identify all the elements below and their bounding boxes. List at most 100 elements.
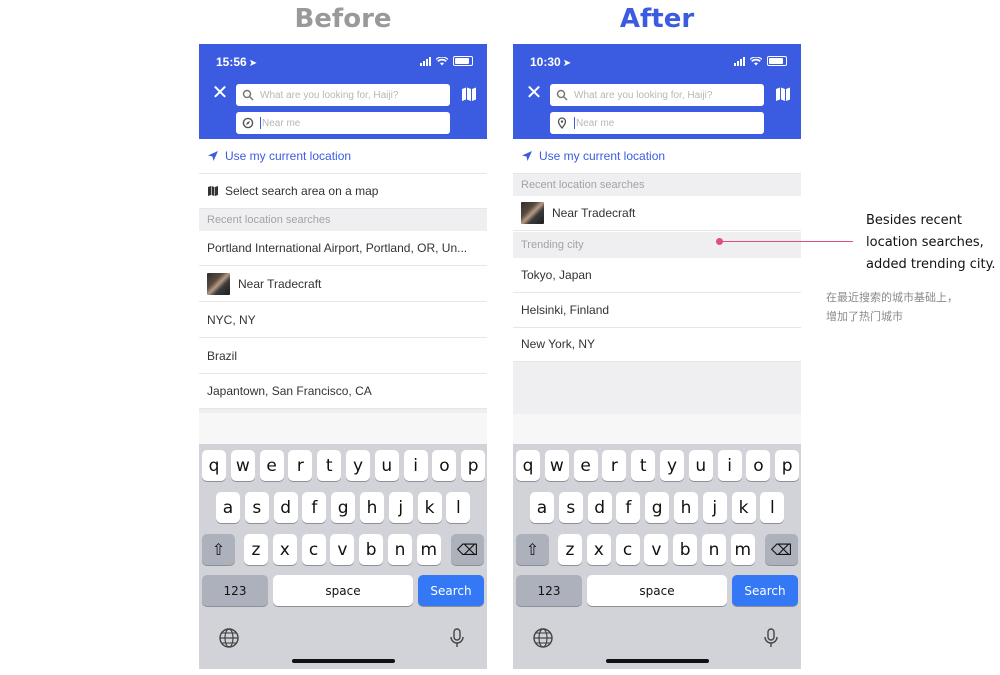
key-q[interactable]: q bbox=[516, 450, 540, 481]
microphone-icon[interactable] bbox=[446, 627, 468, 649]
select-area-on-map[interactable]: Select search area on a map bbox=[199, 174, 487, 209]
shift-key[interactable]: ⇧ bbox=[516, 534, 549, 565]
list-item[interactable]: NYC, NY bbox=[199, 303, 487, 338]
wifi-icon bbox=[436, 56, 448, 65]
search-input[interactable]: What are you looking for, Haiji? bbox=[550, 84, 764, 106]
list-item[interactable]: Portland International Airport, Portland… bbox=[199, 231, 487, 266]
globe-icon[interactable] bbox=[532, 627, 554, 649]
key-e[interactable]: e bbox=[259, 450, 284, 481]
list-item[interactable]: Japantown, San Francisco, CA bbox=[199, 374, 487, 409]
key-z[interactable]: z bbox=[244, 534, 268, 565]
search-key[interactable]: Search bbox=[732, 575, 798, 606]
list-item[interactable]: New York, NY bbox=[513, 327, 801, 362]
key-s[interactable]: s bbox=[244, 492, 269, 523]
key-g[interactable]: g bbox=[331, 492, 356, 523]
callout-english: Besides recent location searches, added … bbox=[866, 210, 1000, 276]
key-a[interactable]: a bbox=[530, 492, 554, 523]
key-p[interactable]: p bbox=[775, 450, 800, 481]
list-item[interactable]: Brazil bbox=[199, 339, 487, 374]
key-f[interactable]: f bbox=[302, 492, 327, 523]
key-v[interactable]: v bbox=[330, 534, 355, 565]
key-w[interactable]: w bbox=[544, 450, 569, 481]
location-placeholder: Near me bbox=[262, 117, 301, 129]
list-item[interactable]: Near Tradecraft bbox=[513, 196, 801, 231]
key-d[interactable]: d bbox=[273, 492, 298, 523]
key-b[interactable]: b bbox=[359, 534, 384, 565]
key-r[interactable]: r bbox=[288, 450, 313, 481]
key-h[interactable]: h bbox=[674, 492, 698, 523]
key-i[interactable]: i bbox=[403, 450, 428, 481]
key-x[interactable]: x bbox=[586, 534, 611, 565]
list-item[interactable]: Near Tradecraft bbox=[199, 267, 487, 302]
delete-key[interactable]: ⌫ bbox=[765, 534, 798, 565]
key-b[interactable]: b bbox=[673, 534, 698, 565]
numbers-key[interactable]: 123 bbox=[516, 575, 582, 606]
key-m[interactable]: m bbox=[730, 534, 755, 565]
callout-line-text: added trending city. bbox=[866, 257, 996, 272]
key-g[interactable]: g bbox=[645, 492, 670, 523]
key-t[interactable]: t bbox=[631, 450, 656, 481]
key-y[interactable]: y bbox=[660, 450, 684, 481]
location-input[interactable]: Near me bbox=[236, 112, 450, 134]
map-icon[interactable] bbox=[775, 86, 791, 102]
key-n[interactable]: n bbox=[388, 534, 412, 565]
key-u[interactable]: u bbox=[374, 450, 399, 481]
microphone-icon[interactable] bbox=[760, 627, 782, 649]
space-key[interactable]: space bbox=[587, 575, 727, 606]
search-input[interactable]: What are you looking for, Haiji? bbox=[236, 84, 450, 106]
key-l[interactable]: l bbox=[446, 492, 471, 523]
place-thumbnail bbox=[521, 202, 544, 224]
location-placeholder: Near me bbox=[576, 117, 615, 129]
key-j[interactable]: j bbox=[702, 492, 727, 523]
key-x[interactable]: x bbox=[272, 534, 297, 565]
key-c[interactable]: c bbox=[615, 534, 640, 565]
search-key[interactable]: Search bbox=[418, 575, 484, 606]
key-r[interactable]: r bbox=[602, 450, 627, 481]
map-icon[interactable] bbox=[461, 86, 477, 102]
key-q[interactable]: q bbox=[202, 450, 226, 481]
key-o[interactable]: o bbox=[432, 450, 457, 481]
list-item[interactable]: Tokyo, Japan bbox=[513, 258, 801, 293]
recent-searches-header: Recent location searches bbox=[513, 174, 801, 196]
key-h[interactable]: h bbox=[360, 492, 384, 523]
key-z[interactable]: z bbox=[558, 534, 582, 565]
key-e[interactable]: e bbox=[573, 450, 598, 481]
key-t[interactable]: t bbox=[317, 450, 342, 481]
status-icons bbox=[734, 56, 787, 66]
space-key[interactable]: space bbox=[273, 575, 413, 606]
numbers-key[interactable]: 123 bbox=[202, 575, 268, 606]
key-y[interactable]: y bbox=[346, 450, 370, 481]
compass-icon bbox=[242, 117, 254, 129]
close-icon[interactable]: ✕ bbox=[525, 83, 543, 103]
map-pin-icon bbox=[557, 117, 567, 129]
key-s[interactable]: s bbox=[558, 492, 583, 523]
globe-icon[interactable] bbox=[218, 627, 240, 649]
location-input[interactable]: Near me bbox=[550, 112, 764, 134]
key-u[interactable]: u bbox=[688, 450, 713, 481]
key-i[interactable]: i bbox=[717, 450, 742, 481]
key-v[interactable]: v bbox=[644, 534, 669, 565]
key-l[interactable]: l bbox=[760, 492, 785, 523]
key-w[interactable]: w bbox=[230, 450, 255, 481]
key-c[interactable]: c bbox=[301, 534, 326, 565]
list-item[interactable]: Helsinki, Finland bbox=[513, 293, 801, 328]
key-f[interactable]: f bbox=[616, 492, 641, 523]
key-p[interactable]: p bbox=[461, 450, 486, 481]
key-k[interactable]: k bbox=[731, 492, 756, 523]
key-n[interactable]: n bbox=[702, 534, 726, 565]
close-icon[interactable]: ✕ bbox=[211, 83, 229, 103]
key-d[interactable]: d bbox=[587, 492, 612, 523]
delete-key[interactable]: ⌫ bbox=[451, 534, 484, 565]
text-cursor bbox=[574, 117, 575, 129]
battery-icon bbox=[767, 56, 787, 66]
callout-chinese: 在最近搜索的城市基础上， 增加了热门城市 bbox=[826, 288, 996, 326]
key-m[interactable]: m bbox=[416, 534, 441, 565]
shift-key[interactable]: ⇧ bbox=[202, 534, 235, 565]
use-current-location[interactable]: Use my current location bbox=[199, 139, 487, 174]
use-current-location[interactable]: Use my current location bbox=[513, 139, 801, 174]
key-o[interactable]: o bbox=[746, 450, 771, 481]
key-j[interactable]: j bbox=[388, 492, 413, 523]
key-k[interactable]: k bbox=[417, 492, 442, 523]
key-a[interactable]: a bbox=[216, 492, 240, 523]
list-item-label: Near Tradecraft bbox=[552, 206, 636, 220]
